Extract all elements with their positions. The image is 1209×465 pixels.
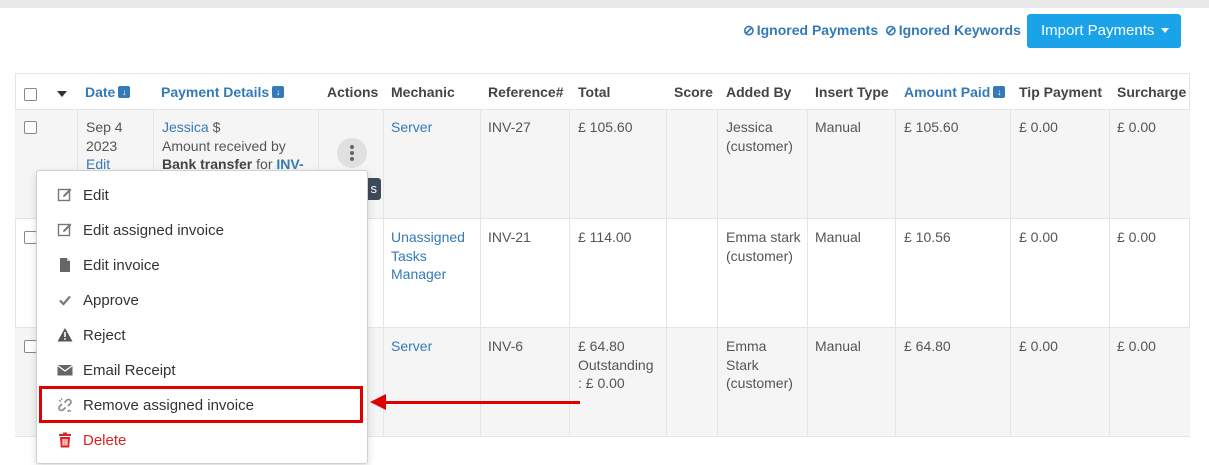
amount-paid-cell: £ 10.56 xyxy=(904,229,951,245)
caret-down-icon xyxy=(1161,27,1170,33)
surcharge-cell: £ 0.00 xyxy=(1117,229,1156,245)
mechanic-link[interactable]: Unassigned Tasks Manager xyxy=(391,228,465,284)
date-cell: Sep 4 2023 Edit xyxy=(86,119,123,172)
amount-paid-cell: £ 105.60 xyxy=(904,119,959,135)
mechanic-link[interactable]: Server xyxy=(391,337,432,356)
column-divider xyxy=(1109,109,1110,437)
sort-down-icon: ↓ xyxy=(272,86,285,99)
reference-cell: INV-6 xyxy=(488,338,524,354)
menu-item-delete[interactable]: Delete xyxy=(37,423,367,458)
reference-cell: INV-21 xyxy=(488,229,531,245)
bulk-actions-caret-icon[interactable] xyxy=(57,91,67,97)
annotation-arrow-head-icon xyxy=(370,394,386,410)
row-checkbox[interactable] xyxy=(24,121,37,134)
file-icon xyxy=(60,258,70,272)
mechanic-link[interactable]: Server xyxy=(391,118,432,137)
header-date[interactable]: Date ↓ xyxy=(85,84,131,100)
menu-item-reject[interactable]: Reject xyxy=(37,318,367,353)
menu-item-edit-invoice[interactable]: Edit invoice xyxy=(37,248,367,283)
header-amount-paid[interactable]: Amount Paid ↓ xyxy=(904,84,1006,100)
trash-icon xyxy=(59,432,71,448)
tip-cell: £ 0.00 xyxy=(1019,119,1058,135)
column-divider xyxy=(717,109,718,437)
added-by-cell: Emma stark (customer) xyxy=(726,229,801,264)
header-payment-details[interactable]: Payment Details ↓ xyxy=(161,84,285,100)
edit-icon xyxy=(57,223,72,237)
menu-item-approve[interactable]: Approve xyxy=(37,283,367,318)
tip-cell: £ 0.00 xyxy=(1019,229,1058,245)
column-divider xyxy=(569,109,570,437)
header-score: Score xyxy=(674,84,713,100)
menu-item-edit-assigned-invoice[interactable]: Edit assigned invoice xyxy=(37,213,367,248)
header-reference: Reference# xyxy=(488,84,564,100)
column-divider xyxy=(480,109,481,437)
header-total: Total xyxy=(578,84,611,100)
insert-type-cell: Manual xyxy=(815,119,861,135)
import-payments-button[interactable]: Import Payments xyxy=(1027,14,1181,48)
annotation-highlight-box xyxy=(39,386,363,423)
tip-cell: £ 0.00 xyxy=(1019,338,1058,354)
menu-item-email-receipt[interactable]: Email Receipt xyxy=(37,353,367,388)
column-divider xyxy=(895,109,896,437)
surcharge-cell: £ 0.00 xyxy=(1117,338,1156,354)
customer-link[interactable]: Jessica xyxy=(162,119,209,135)
total-cell: £ 64.80 Outstanding: £ 0.00 xyxy=(578,338,654,391)
total-cell: £ 105.60 xyxy=(578,119,633,135)
added-by-cell: Jessica (customer) xyxy=(726,119,793,154)
amount-paid-cell: £ 64.80 xyxy=(904,338,951,354)
header-insert-type: Insert Type xyxy=(815,84,889,100)
total-cell: £ 114.00 xyxy=(578,229,632,245)
ban-icon: ⊘ xyxy=(743,22,755,38)
payment-details-cell: Jessica $ Amount received by Bank transf… xyxy=(162,119,304,172)
ignored-payments-link[interactable]: ⊘ Ignored Payments xyxy=(743,22,878,39)
row-divider xyxy=(15,109,1190,110)
column-divider xyxy=(666,109,667,437)
edit-icon xyxy=(57,188,72,202)
annotation-arrow-line xyxy=(385,401,580,404)
reference-cell: INV-27 xyxy=(488,119,531,135)
header-surcharge: Surcharge xyxy=(1117,84,1187,100)
warning-icon xyxy=(57,328,73,342)
header-actions: Actions xyxy=(327,84,379,100)
check-icon xyxy=(59,295,71,306)
header-added-by: Added By xyxy=(726,84,792,100)
header-tip-payment: Tip Payment xyxy=(1019,84,1102,100)
top-strip xyxy=(0,0,1209,8)
envelope-icon xyxy=(57,365,73,376)
column-divider xyxy=(383,109,384,437)
column-divider xyxy=(1010,109,1011,437)
insert-type-cell: Manual xyxy=(815,229,861,245)
header-mechanic: Mechanic xyxy=(391,84,455,100)
ban-icon: ⊘ xyxy=(885,22,897,38)
surcharge-cell: £ 0.00 xyxy=(1117,119,1156,135)
insert-type-cell: Manual xyxy=(815,338,861,354)
row-actions-button[interactable] xyxy=(337,138,367,168)
ignored-keywords-link[interactable]: ⊘ Ignored Keywords xyxy=(885,22,1021,39)
added-by-cell: Emma Stark (customer) xyxy=(726,338,793,391)
column-divider xyxy=(807,109,808,437)
sort-down-icon: ↓ xyxy=(993,86,1006,99)
menu-item-edit[interactable]: Edit xyxy=(37,178,367,213)
sort-down-icon: ↓ xyxy=(118,86,131,99)
select-all-checkbox[interactable] xyxy=(24,88,37,101)
